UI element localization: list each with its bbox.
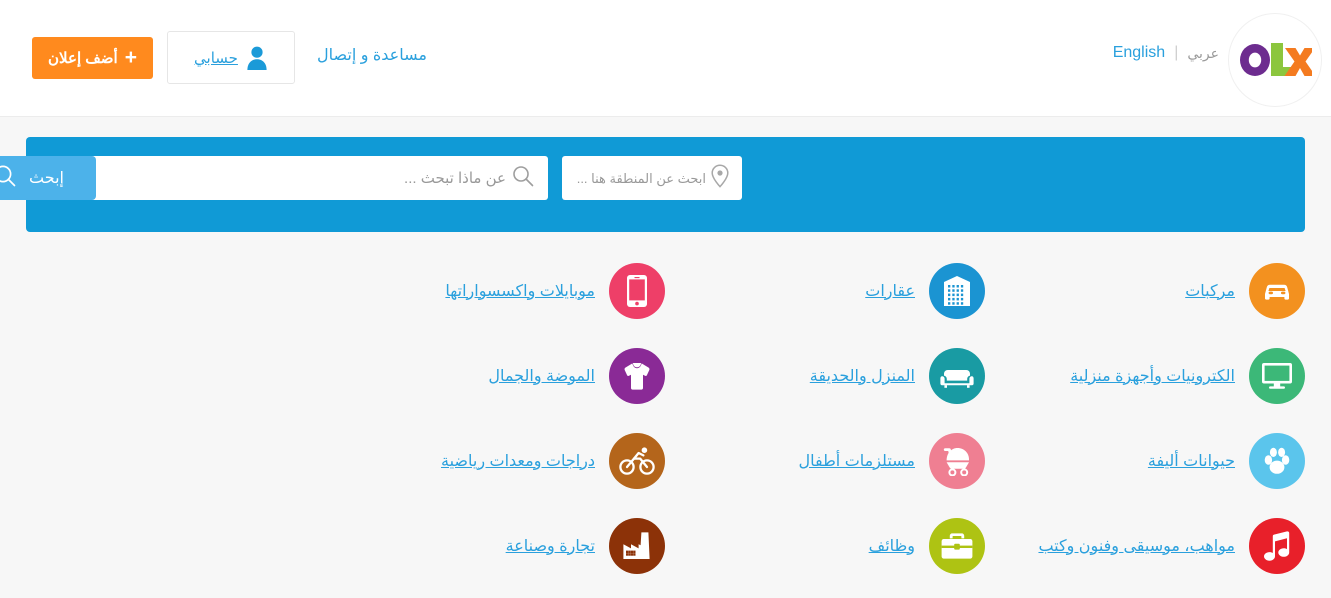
category-label: وظائف bbox=[868, 537, 915, 555]
paw-icon bbox=[1249, 432, 1305, 489]
olx-homepage: + أضف إعلان حسابي مساعدة و إتصال English… bbox=[0, 0, 1331, 598]
user-icon bbox=[246, 45, 268, 71]
monitor-icon bbox=[1249, 347, 1305, 404]
factory-icon bbox=[609, 517, 665, 574]
location-field[interactable] bbox=[562, 156, 742, 200]
tshirt-icon bbox=[609, 347, 665, 404]
language-separator: | bbox=[1174, 44, 1179, 61]
category-item[interactable]: حيوانات أليفة bbox=[985, 418, 1305, 503]
olx-logo[interactable] bbox=[1229, 14, 1321, 106]
category-label: مستلزمات أطفال bbox=[798, 452, 915, 470]
music-icon bbox=[1249, 517, 1305, 574]
search-bar: إبحث bbox=[0, 137, 1305, 232]
olx-logo-icon bbox=[1240, 43, 1312, 76]
briefcase-icon bbox=[929, 517, 985, 574]
language-switcher: English | عربي bbox=[1113, 44, 1219, 62]
category-item[interactable]: عقارات bbox=[665, 248, 985, 333]
category-item[interactable]: المنزل والحديقة bbox=[665, 333, 985, 418]
search-button[interactable]: إبحث bbox=[0, 156, 96, 200]
category-grid: مركبات عقارات موبايلات واكسسواراتها الكترون… bbox=[26, 248, 1305, 598]
site-header: + أضف إعلان حسابي مساعدة و إتصال English… bbox=[0, 0, 1331, 117]
search-button-icon bbox=[0, 164, 17, 193]
account-label: حسابي bbox=[194, 49, 238, 67]
category-label: دراجات ومعدات رياضية bbox=[441, 452, 595, 470]
map-pin-icon bbox=[710, 164, 730, 193]
category-item[interactable]: تجارة وصناعة bbox=[345, 503, 665, 588]
category-label: مركبات bbox=[1185, 282, 1235, 300]
language-english-link[interactable]: English bbox=[1113, 44, 1165, 62]
category-item[interactable]: وظائف bbox=[665, 503, 985, 588]
category-item[interactable]: دراجات ومعدات رياضية bbox=[345, 418, 665, 503]
category-item[interactable]: الموضة والجمال bbox=[345, 333, 665, 418]
sofa-icon bbox=[929, 347, 985, 404]
category-label: موبايلات واكسسواراتها bbox=[445, 282, 595, 300]
building-icon bbox=[929, 262, 985, 319]
category-label: حيوانات أليفة bbox=[1147, 452, 1235, 470]
category-label: المنزل والحديقة bbox=[809, 367, 915, 385]
category-item[interactable]: مستلزمات أطفال bbox=[665, 418, 985, 503]
category-label: تجارة وصناعة bbox=[505, 537, 595, 555]
search-input[interactable] bbox=[64, 157, 506, 199]
stroller-icon bbox=[929, 432, 985, 489]
account-button[interactable]: حسابي bbox=[167, 31, 295, 84]
category-item[interactable]: موبايلات واكسسواراتها bbox=[345, 248, 665, 333]
search-query-field[interactable] bbox=[64, 156, 548, 200]
category-label: الموضة والجمال bbox=[488, 367, 595, 385]
category-label: عقارات bbox=[865, 282, 915, 300]
search-button-label: إبحث bbox=[29, 170, 64, 187]
category-label: مواهب، موسيقى وفنون وكتب bbox=[1038, 537, 1235, 555]
plus-icon: + bbox=[124, 45, 137, 69]
post-ad-label: أضف إعلان bbox=[48, 50, 118, 67]
post-ad-button[interactable]: + أضف إعلان bbox=[32, 37, 153, 79]
category-item[interactable]: خدمات bbox=[985, 588, 1305, 598]
search-icon bbox=[512, 165, 534, 192]
category-item[interactable]: الكترونيات وأجهزة منزلية bbox=[985, 333, 1305, 418]
category-item[interactable]: مركبات bbox=[985, 248, 1305, 333]
location-input[interactable] bbox=[562, 157, 706, 199]
bicycle-icon bbox=[609, 432, 665, 489]
help-contact-link[interactable]: مساعدة و إتصال bbox=[317, 45, 427, 65]
phone-icon bbox=[609, 262, 665, 319]
category-label: الكترونيات وأجهزة منزلية bbox=[1070, 367, 1235, 385]
language-arabic-link[interactable]: عربي bbox=[1187, 45, 1219, 62]
category-item[interactable]: مواهب، موسيقى وفنون وكتب bbox=[985, 503, 1305, 588]
car-icon bbox=[1249, 262, 1305, 319]
